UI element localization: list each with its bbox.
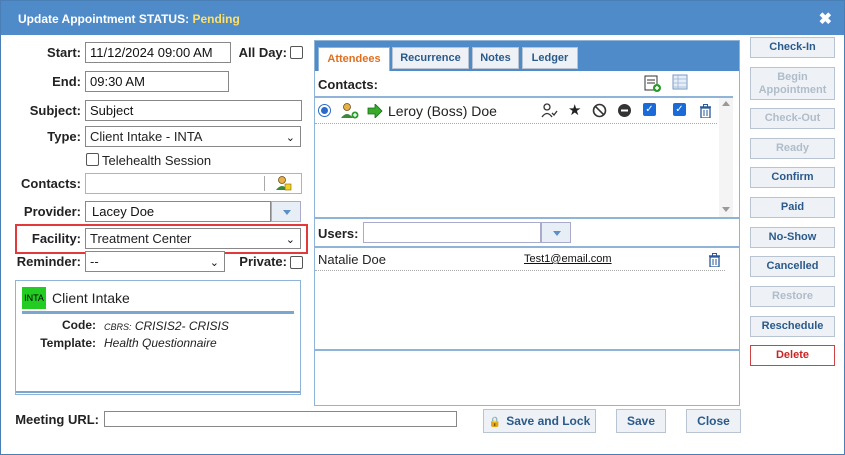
chevron-down-icon: ⌄ [209, 257, 219, 269]
list-item[interactable]: Leroy (Boss) Doe ★ ✓ ✓ [315, 98, 717, 124]
code-label: Code: [62, 318, 96, 332]
reminder-label: Reminder: [16, 254, 81, 269]
title-bar: Update Appointment STATUS: Pending ✖ [1, 1, 844, 35]
start-input[interactable]: 11/12/2024 09:00 AM [85, 42, 231, 63]
private-label: Private: [239, 254, 287, 269]
provider-dropdown-button[interactable] [271, 201, 301, 222]
check-in-button[interactable]: Check-In [750, 37, 835, 58]
end-label: End: [52, 74, 81, 89]
tab-notes[interactable]: Notes [472, 47, 519, 69]
end-input[interactable]: 09:30 AM [85, 71, 229, 92]
type-label: Type: [47, 129, 81, 144]
users-divider [315, 246, 739, 248]
contact-person-icon [341, 103, 359, 119]
attend-checkbox[interactable]: ✓ [643, 103, 656, 116]
subject-input[interactable]: Subject [85, 100, 302, 121]
users-footer-line [315, 349, 739, 351]
contacts-divider [264, 176, 265, 191]
close-button[interactable]: Close [686, 409, 741, 433]
private-checkbox[interactable] [290, 256, 303, 269]
users-label: Users: [318, 226, 359, 241]
reschedule-button[interactable]: Reschedule [750, 316, 835, 337]
template-label: Template: [40, 336, 96, 350]
telehealth-label: Telehealth Session [102, 153, 212, 168]
trash-icon[interactable] [708, 253, 721, 267]
provider-input[interactable]: Lacey Doe [85, 201, 271, 222]
meeting-url-input[interactable] [104, 411, 457, 427]
type-card-divider [22, 311, 294, 314]
chevron-down-icon: ⌄ [285, 234, 295, 246]
ready-button[interactable]: Ready [750, 138, 835, 159]
save-and-lock-button[interactable]: 🔒 Save and Lock [483, 409, 596, 433]
provider-label: Provider: [23, 204, 81, 219]
tab-panel: Attendees Recurrence Notes Ledger Contac… [314, 40, 740, 406]
dialog-title: Update Appointment STATUS: Pending [18, 12, 240, 26]
save-button[interactable]: Save [616, 409, 666, 433]
section-divider [315, 217, 739, 219]
user-email-link[interactable]: Test1@email.com [524, 253, 612, 265]
lock-icon: 🔒 [488, 417, 502, 428]
arrow-right-icon[interactable] [367, 104, 383, 118]
minus-circle-icon[interactable] [617, 103, 632, 118]
block-icon[interactable] [592, 103, 607, 118]
type-card-title: Client Intake [52, 290, 130, 306]
cancelled-button[interactable]: Cancelled [750, 256, 835, 277]
telehealth-checkbox[interactable] [86, 153, 99, 166]
status-text: Pending [192, 12, 240, 26]
template-value: Health Questionnaire [104, 336, 217, 350]
code-value: CBRS: CRISIS2- CRISIS [104, 319, 229, 333]
user-check-icon[interactable] [541, 103, 558, 118]
grid-view-icon[interactable] [672, 74, 688, 90]
star-icon[interactable]: ★ [568, 101, 581, 119]
reminder-select[interactable]: -- ⌄ [85, 251, 225, 272]
notify-checkbox[interactable]: ✓ [673, 103, 686, 116]
restore-button[interactable]: Restore [750, 286, 835, 307]
facility-select-value: Treatment Center [90, 231, 192, 246]
no-show-button[interactable]: No-Show [750, 227, 835, 248]
users-input[interactable] [363, 222, 541, 243]
close-icon[interactable]: ✖ [819, 9, 832, 29]
facility-label: Facility: [31, 231, 81, 246]
delete-button[interactable]: Delete [750, 345, 835, 366]
begin-appointment-button[interactable]: Begin Appointment [750, 67, 835, 100]
type-info-card: INTA Client Intake Code: CBRS: CRISIS2- … [15, 280, 301, 395]
contacts-scrollbar[interactable] [719, 98, 733, 217]
type-select-value: Client Intake - INTA [90, 129, 203, 144]
meeting-url-label: Meeting URL: [15, 412, 99, 427]
appointment-dialog: Update Appointment STATUS: Pending ✖ Sta… [0, 0, 845, 455]
check-out-button[interactable]: Check-Out [750, 108, 835, 129]
contacts-heading: Contacts: [318, 77, 378, 92]
subject-label: Subject: [29, 103, 81, 118]
contact-name: Leroy (Boss) Doe [388, 103, 497, 119]
add-contact-icon[interactable] [643, 74, 661, 92]
contact-picker-icon[interactable] [275, 175, 292, 192]
paid-button[interactable]: Paid [750, 197, 835, 218]
type-select[interactable]: Client Intake - INTA ⌄ [85, 126, 301, 147]
start-label: Start: [47, 45, 81, 60]
allday-label: All Day: [238, 45, 287, 60]
chevron-down-icon: ⌄ [285, 132, 295, 144]
confirm-button[interactable]: Confirm [750, 167, 835, 188]
contacts-label: Contacts: [21, 176, 81, 191]
trash-icon[interactable] [699, 104, 712, 118]
tab-attendees[interactable]: Attendees [318, 47, 390, 71]
contacts-input[interactable] [85, 173, 302, 194]
allday-checkbox[interactable] [290, 46, 303, 59]
type-badge: INTA [22, 287, 46, 309]
reminder-select-value: -- [90, 254, 99, 269]
user-name: Natalie Doe [318, 252, 386, 267]
list-item[interactable]: Natalie Doe Test1@email.com [315, 249, 725, 271]
type-card-footer-line [16, 391, 300, 393]
tab-ledger[interactable]: Ledger [522, 47, 578, 69]
primary-contact-radio[interactable] [318, 104, 331, 117]
contacts-list: Leroy (Boss) Doe ★ ✓ ✓ [315, 96, 733, 217]
tab-recurrence[interactable]: Recurrence [392, 47, 469, 69]
facility-select[interactable]: Treatment Center ⌄ [85, 228, 301, 249]
users-dropdown-button[interactable] [541, 222, 571, 243]
